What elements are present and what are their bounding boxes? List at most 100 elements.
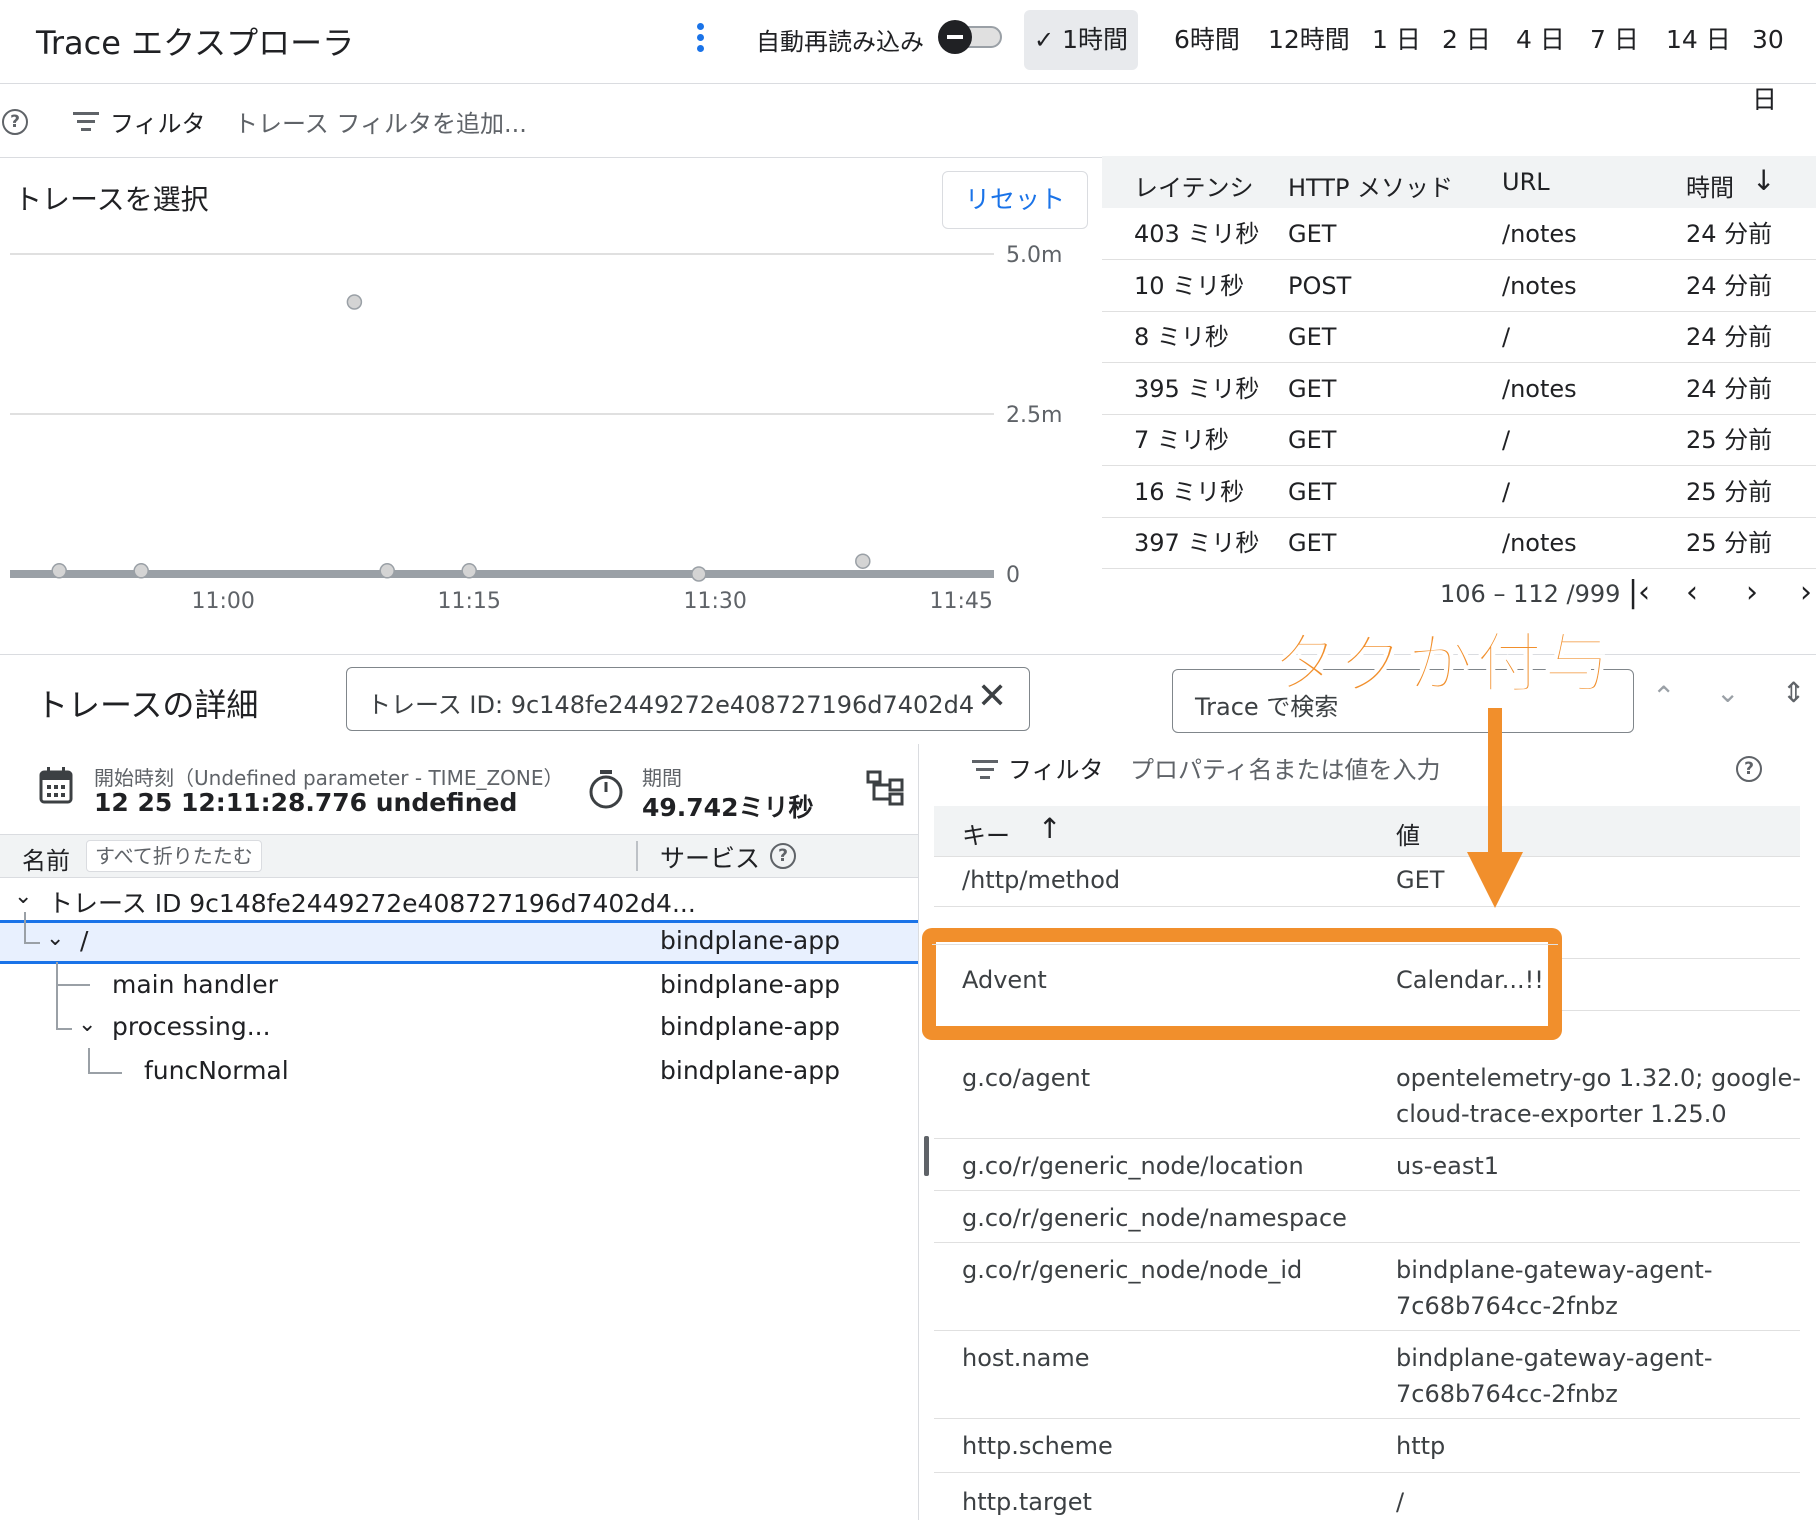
- latency-scatter-chart[interactable]: 0 2.5m 5.0m 11:00 11:15 11:30 11:45: [0, 236, 1090, 620]
- data-point[interactable]: [133, 563, 149, 579]
- attr-value: cloud-trace-exporter 1.25.0: [1396, 1100, 1727, 1128]
- service-column: サービス: [660, 844, 761, 873]
- key-column[interactable]: キー: [962, 816, 1010, 851]
- table-cell: POST: [1288, 271, 1352, 300]
- next-page-icon[interactable]: ›: [1746, 578, 1758, 608]
- collapse-all-button[interactable]: すべて折りたたむ: [86, 840, 262, 872]
- filter-label: フィルタ: [110, 110, 206, 138]
- trace-root-row[interactable]: ⌄ トレース ID 9c148fe2449272e408727196d7402d…: [0, 878, 918, 920]
- table-cell: 10 ミリ秒: [1134, 271, 1245, 300]
- table-cell: 25 分前: [1686, 477, 1773, 506]
- start-time-label: 開始時刻（Undefined parameter - TIME_ZONE）: [94, 766, 564, 790]
- expand-vertical-icon[interactable]: ⇕: [1782, 676, 1805, 709]
- time-range-4d[interactable]: 4 日: [1506, 10, 1575, 70]
- column-resizer[interactable]: [636, 841, 638, 871]
- tree-layout-icon[interactable]: [866, 770, 906, 806]
- data-point[interactable]: [855, 553, 871, 569]
- reset-button[interactable]: リセット: [942, 171, 1088, 229]
- timer-icon: [589, 770, 623, 809]
- chevron-down-icon[interactable]: ⌄: [14, 884, 32, 909]
- annotation-highlight-box: Advent Calendar...!!: [922, 928, 1562, 1040]
- help-icon[interactable]: ?: [1736, 756, 1762, 782]
- tree-connector: [24, 942, 40, 944]
- panel-divider[interactable]: [918, 744, 919, 1520]
- filter-icon: [73, 112, 99, 132]
- attr-filter-label: フィルタ: [1008, 756, 1104, 784]
- table-cell: 16 ミリ秒: [1134, 477, 1245, 506]
- time-range-1d[interactable]: 1 日: [1362, 10, 1431, 70]
- attr-value: GET: [1396, 866, 1445, 894]
- table-row-divider: [1102, 465, 1816, 466]
- table-cell: GET: [1288, 426, 1337, 454]
- table-cell: /notes: [1502, 271, 1577, 300]
- table-cell: 25 分前: [1686, 529, 1773, 557]
- row-divider: [932, 944, 1558, 945]
- span-row[interactable]: ⌄ processing... bindplane-app: [0, 1006, 918, 1048]
- col-http-method[interactable]: HTTP メソッド: [1288, 168, 1453, 203]
- attr-value: Calendar...!!: [1396, 966, 1544, 994]
- tree-connector: [24, 912, 26, 942]
- table-row-divider: [1102, 568, 1816, 569]
- data-point[interactable]: [691, 566, 707, 582]
- resize-handle[interactable]: [924, 1136, 929, 1176]
- time-range-12h[interactable]: 12時間: [1258, 10, 1360, 70]
- close-icon[interactable]: ✕: [977, 676, 1007, 717]
- table-cell: 24 分前: [1686, 323, 1773, 351]
- row-divider: [934, 1418, 1800, 1419]
- time-range-14d[interactable]: 14 日: [1656, 10, 1741, 70]
- auto-reload-toggle[interactable]: [938, 20, 1004, 54]
- time-range-6h[interactable]: 6時間: [1164, 10, 1250, 70]
- arrow-up-icon[interactable]: ↑: [1038, 812, 1061, 845]
- table-cell: 24 分前: [1686, 271, 1773, 300]
- attr-key: http.scheme: [962, 1432, 1113, 1460]
- check-icon: ✓: [1034, 26, 1055, 54]
- data-point[interactable]: [461, 563, 477, 579]
- span-row[interactable]: funcNormal bindplane-app: [0, 1050, 918, 1092]
- span-row[interactable]: main handler bindplane-app: [0, 964, 918, 1006]
- table-cell: /notes: [1502, 374, 1577, 403]
- data-point[interactable]: [379, 563, 395, 579]
- first-page-icon[interactable]: |‹: [1628, 578, 1650, 608]
- table-cell: GET: [1288, 529, 1337, 557]
- chevron-down-icon[interactable]: ⌄: [78, 1012, 96, 1037]
- chevron-down-icon[interactable]: ⌄: [46, 926, 64, 951]
- annotation-label: タグが付与: [1271, 624, 1612, 703]
- time-range-7d[interactable]: 7 日: [1580, 10, 1649, 70]
- chevron-up-icon[interactable]: ⌃: [1652, 680, 1675, 713]
- chevron-down-icon[interactable]: ⌄: [1716, 676, 1739, 709]
- span-service: bindplane-app: [660, 926, 840, 955]
- span-name: processing...: [112, 1012, 271, 1041]
- span-row[interactable]: ⌄ / bindplane-app: [0, 920, 918, 964]
- tree-connector: [88, 1072, 122, 1074]
- trace-id-field[interactable]: トレース ID: 9c148fe2449272e408727196d7402d4…: [346, 667, 1030, 731]
- table-cell: /: [1502, 426, 1511, 454]
- attr-value: /: [1396, 1488, 1405, 1516]
- arrow-down-icon[interactable]: ↓: [1752, 164, 1775, 197]
- time-range-2d[interactable]: 2 日: [1432, 10, 1501, 70]
- time-range-30d[interactable]: 30 日: [1742, 10, 1816, 114]
- span-name: funcNormal: [144, 1056, 289, 1085]
- table-cell: /: [1502, 477, 1511, 506]
- x-tick-label: 11:45: [929, 589, 992, 614]
- col-latency[interactable]: レイテンシ: [1134, 168, 1254, 203]
- page-title: Trace エクスプローラ: [36, 24, 355, 62]
- data-point[interactable]: [51, 563, 67, 579]
- col-url[interactable]: URL: [1502, 168, 1550, 196]
- more-vert-icon[interactable]: [690, 20, 710, 60]
- last-page-icon[interactable]: ›: [1800, 578, 1812, 608]
- span-name: main handler: [112, 970, 278, 999]
- help-icon[interactable]: ?: [2, 109, 28, 135]
- attr-filter-input[interactable]: プロパティ名または値を入力: [1130, 750, 1441, 785]
- prev-page-icon[interactable]: ‹: [1686, 578, 1698, 608]
- help-icon[interactable]: ?: [770, 843, 796, 869]
- row-divider: [934, 1138, 1800, 1139]
- duration-label: 期間: [642, 766, 682, 790]
- attr-value: opentelemetry-go 1.32.0; google-: [1396, 1064, 1801, 1092]
- data-point[interactable]: [346, 294, 363, 310]
- row-divider: [934, 1190, 1800, 1191]
- trace-filter-input[interactable]: トレース フィルタを追加...: [234, 104, 527, 139]
- time-range-1h[interactable]: ✓ 1時間: [1024, 10, 1139, 70]
- col-time[interactable]: 時間: [1686, 168, 1734, 203]
- table-cell: 24 分前: [1686, 220, 1773, 248]
- annotation-arrow-head: [1467, 852, 1523, 908]
